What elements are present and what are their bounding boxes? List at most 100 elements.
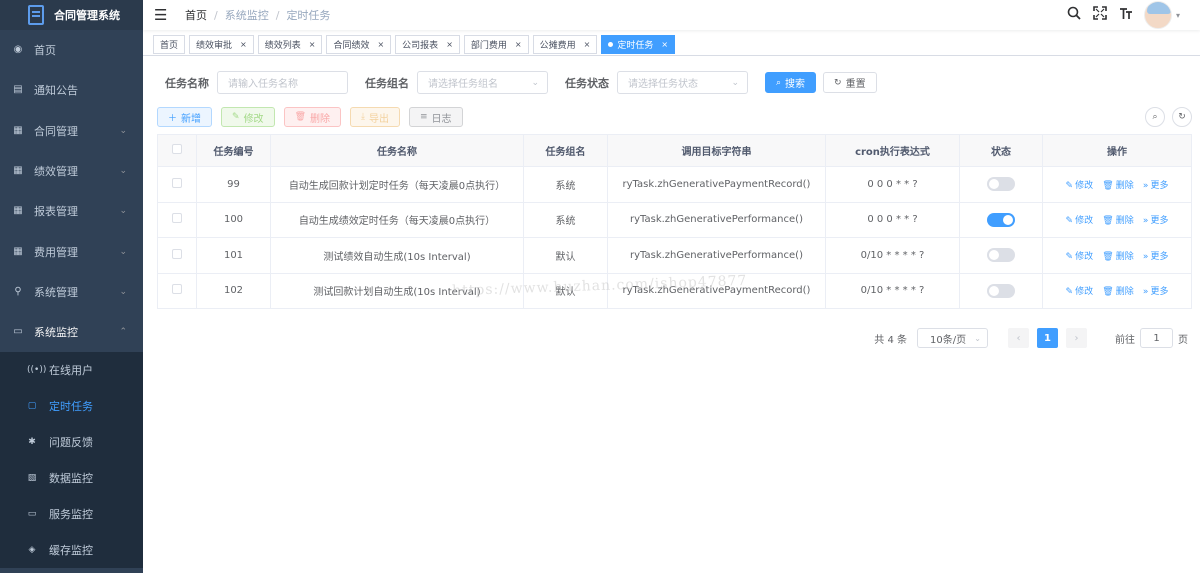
actions-cell: ✎ 修改 🗑 删除 » 更多	[1042, 201, 1192, 238]
sidebar-item-performance[interactable]: ▦ 绩效管理 ⌄	[0, 151, 143, 191]
status-switch[interactable]	[987, 212, 1015, 227]
sidebar-subitem-job[interactable]: ▢ 定时任务	[0, 388, 143, 424]
select-all-checkbox[interactable]	[172, 144, 182, 154]
row-delete-link[interactable]: 🗑 删除	[1102, 181, 1133, 191]
link-label: 删除	[1115, 251, 1134, 262]
link-label: 删除	[1115, 216, 1134, 227]
sidebar-item-contract[interactable]: ▦ 合同管理 ⌄	[0, 111, 143, 151]
row-delete-link[interactable]: 🗑 删除	[1102, 252, 1133, 262]
sidebar-item-label: 系统监控	[34, 326, 78, 340]
sidebar-subitem-server[interactable]: ▭ 服务监控	[0, 496, 143, 532]
status-switch[interactable]	[987, 248, 1015, 263]
row-delete-link[interactable]: 🗑 删除	[1102, 287, 1133, 297]
tag-scheduled-job[interactable]: 定时任务 ×	[601, 35, 676, 54]
prev-page-button[interactable]: ‹	[1008, 328, 1029, 348]
reset-button[interactable]: ↻ 重置	[823, 72, 877, 93]
close-icon[interactable]: ×	[240, 40, 247, 49]
close-icon[interactable]: ×	[309, 40, 316, 49]
delete-button[interactable]: 🗑 删除	[283, 107, 341, 127]
tag-home[interactable]: 首页	[153, 35, 186, 54]
row-checkbox-cell[interactable]	[157, 166, 197, 203]
row-edit-link[interactable]: ✎ 修改	[1066, 287, 1094, 297]
row-checkbox[interactable]	[172, 284, 182, 295]
column-header: 状态	[959, 134, 1043, 167]
job-id-cell: 100	[196, 201, 271, 238]
close-icon[interactable]: ×	[515, 40, 522, 49]
row-checkbox-cell[interactable]	[157, 201, 197, 238]
caret-down-icon[interactable]: ▾	[1176, 11, 1180, 20]
row-checkbox[interactable]	[172, 177, 182, 188]
search-button[interactable]: ⌕ 搜索	[765, 72, 817, 93]
page-size-select[interactable]: 10条/页 ⌄	[917, 328, 988, 348]
log-button[interactable]: ≡ 日志	[408, 107, 463, 127]
close-icon[interactable]: ×	[661, 40, 668, 49]
sidebar-item-report[interactable]: ▦ 报表管理 ⌄	[0, 191, 143, 231]
row-edit-link[interactable]: ✎ 修改	[1066, 216, 1094, 226]
dashboard-icon: ◉	[13, 44, 23, 56]
fullscreen-icon[interactable]	[1092, 6, 1108, 24]
row-checkbox[interactable]	[172, 248, 182, 259]
job-name-cell: 自动生成回款计划定时任务（每天凌晨0点执行）	[270, 166, 524, 203]
sidebar-item-label: 绩效管理	[34, 165, 78, 179]
status-cell	[959, 166, 1043, 203]
edit-icon: ✎	[1065, 180, 1074, 191]
breadcrumb: 首页 / 系统监控 / 定时任务	[185, 7, 330, 23]
close-icon[interactable]: ×	[584, 40, 591, 49]
row-checkbox-cell[interactable]	[157, 237, 197, 274]
job-group-cell: 系统	[523, 166, 608, 203]
status-switch[interactable]	[987, 177, 1015, 192]
sidebar-item-expense[interactable]: ▦ 费用管理 ⌄	[0, 231, 143, 271]
avatar[interactable]	[1143, 1, 1172, 29]
job-status-select[interactable]: 请选择任务状态 ⌄	[617, 71, 748, 94]
refresh-icon: ↻	[834, 77, 842, 88]
page-number-current[interactable]: 1	[1037, 328, 1058, 348]
job-group-select[interactable]: 请选择任务组名 ⌄	[417, 71, 548, 94]
tag-performance-approval[interactable]: 绩效审批 ×	[189, 35, 254, 54]
sidebar-subitem-data[interactable]: ▧ 数据监控	[0, 460, 143, 496]
row-edit-link[interactable]: ✎ 修改	[1066, 181, 1094, 191]
row-checkbox[interactable]	[172, 213, 182, 224]
select-all-cell[interactable]	[157, 134, 197, 167]
toggle-search-icon[interactable]: ⌕	[1145, 107, 1165, 127]
job-name-input[interactable]: 请输入任务名称	[217, 71, 348, 94]
row-delete-link[interactable]: 🗑 删除	[1102, 216, 1133, 226]
column-header: cron执行表达式	[825, 134, 960, 167]
edit-icon: ✎	[1065, 251, 1074, 262]
tag-company-report[interactable]: 公司报表 ×	[395, 35, 460, 54]
row-more-link[interactable]: » 更多	[1143, 181, 1169, 191]
row-edit-link[interactable]: ✎ 修改	[1066, 252, 1094, 262]
sidebar-subitem-feedback[interactable]: ✱ 问题反馈	[0, 424, 143, 460]
row-more-link[interactable]: » 更多	[1143, 216, 1169, 226]
next-page-button[interactable]: ›	[1066, 328, 1087, 348]
sidebar-item-system[interactable]: ⚲ 系统管理 ⌄	[0, 272, 143, 312]
sidebar-item-label: 通知公告	[34, 84, 78, 98]
tag-contract-performance[interactable]: 合同绩效 ×	[326, 35, 392, 54]
refresh-icon[interactable]: ↻	[1172, 107, 1192, 127]
tag-department-expense[interactable]: 部门费用 ×	[463, 35, 529, 54]
search-icon[interactable]	[1066, 6, 1082, 24]
row-checkbox-cell[interactable]	[157, 272, 197, 309]
add-button[interactable]: ＋新增	[157, 107, 213, 127]
sidebar-subitem-cache[interactable]: ◈ 缓存监控	[0, 532, 143, 568]
button-label: 搜索	[785, 79, 806, 90]
app-title: 合同管理系统	[54, 9, 120, 22]
tag-shared-expense[interactable]: 公摊费用 ×	[532, 35, 598, 54]
edit-button[interactable]: ✎ 修改	[221, 107, 275, 127]
close-icon[interactable]: ×	[446, 40, 453, 49]
tag-performance-list[interactable]: 绩效列表 ×	[257, 35, 323, 54]
row-more-link[interactable]: » 更多	[1143, 252, 1169, 262]
sidebar-item-monitor[interactable]: ▭ 系统监控 ⌃	[0, 312, 143, 352]
page-jump-input[interactable]: 1	[1140, 328, 1173, 348]
sidebar-item-notice[interactable]: ▤ 通知公告	[0, 70, 143, 110]
sidebar-item-home[interactable]: ◉ 首页	[0, 30, 143, 70]
hamburger-icon[interactable]: ☰	[154, 7, 168, 23]
breadcrumb-item[interactable]: 首页	[185, 7, 207, 23]
row-more-link[interactable]: » 更多	[1143, 287, 1169, 297]
sidebar-subitem-online[interactable]: ((•)) 在线用户	[0, 352, 143, 388]
status-switch[interactable]	[987, 283, 1015, 298]
font-size-icon[interactable]	[1118, 6, 1134, 24]
app-logo[interactable]: 合同管理系统	[0, 0, 143, 30]
close-icon[interactable]: ×	[377, 40, 384, 49]
sidebar-item-label: 首页	[34, 44, 56, 58]
export-button[interactable]: ⤓ 导出	[350, 107, 400, 127]
